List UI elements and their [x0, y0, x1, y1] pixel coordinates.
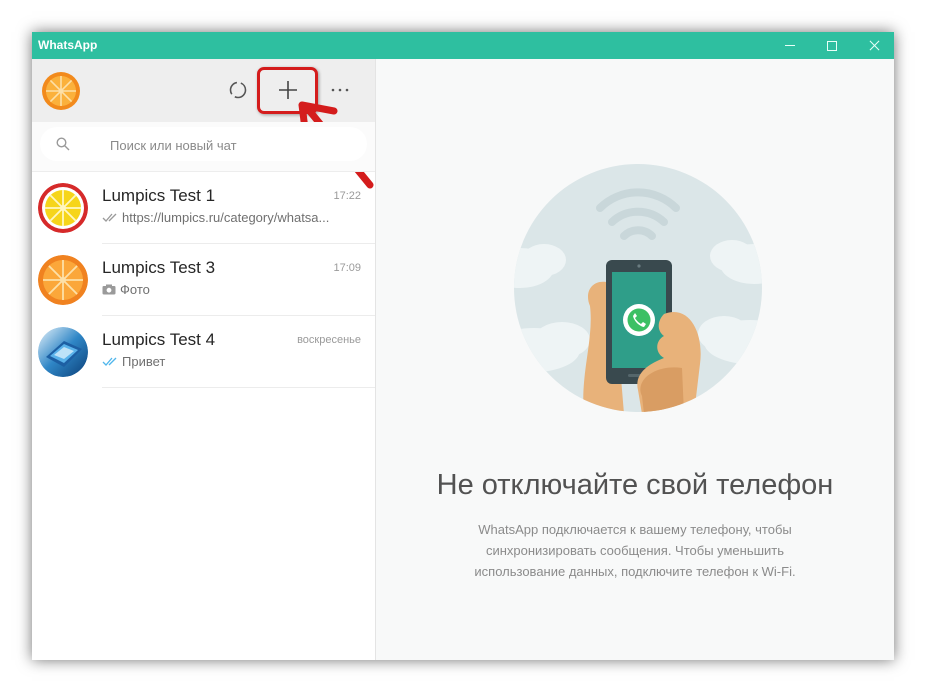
title-bar: WhatsApp: [32, 32, 894, 59]
avatar: [38, 327, 88, 377]
search-box[interactable]: [40, 127, 367, 161]
minimize-button[interactable]: [770, 32, 810, 59]
chat-time: 17:09: [333, 262, 361, 274]
chat-item-lumpics-test-4[interactable]: Lumpics Test 4 воскресенье Привет: [32, 316, 375, 388]
window-title: WhatsApp: [38, 38, 98, 52]
chat-preview-text: Фото: [120, 282, 150, 297]
app-window: WhatsApp Поиск или новый чат Lumpics Tes…: [32, 32, 894, 660]
chat-time: 17:22: [333, 190, 361, 202]
chat-name: Lumpics Test 4: [102, 330, 216, 349]
close-button[interactable]: [854, 32, 894, 59]
chat-preview-text: https://lumpics.ru/category/whatsa...: [122, 210, 330, 225]
search-icon: [56, 137, 70, 151]
main-description: WhatsApp подключается к вашему телефону,…: [474, 522, 796, 579]
chat-time: воскресенье: [297, 334, 361, 346]
chat-name: Lumpics Test 3: [102, 258, 216, 277]
search-bar: [32, 122, 375, 172]
main-title: Не отключайте свой телефон: [436, 469, 834, 501]
double-check-blue-icon: [102, 357, 118, 367]
more-horizontal-icon: [331, 88, 349, 92]
chat-body: Lumpics Test 3 17:09 Фото: [102, 244, 375, 316]
chat-name: Lumpics Test 1: [102, 186, 216, 205]
minimize-icon: [785, 45, 795, 46]
sidebar-header: [32, 59, 375, 189]
profile-avatar[interactable]: [42, 72, 80, 110]
chat-preview: https://lumpics.ru/category/whatsa...: [102, 210, 364, 225]
chat-item-lumpics-test-3[interactable]: Lumpics Test 3 17:09 Фото: [32, 244, 375, 316]
phone-wifi-illustration: [514, 164, 762, 412]
main-panel: Не отключайте свой телефон WhatsApp подк…: [376, 59, 894, 660]
chat-body: Lumpics Test 4 воскресенье Привет: [102, 316, 375, 388]
chat-item-lumpics-test-1[interactable]: Lumpics Test 1 17:22 https://lumpics.ru/…: [32, 172, 375, 244]
avatar: [38, 255, 88, 305]
search-input[interactable]: [108, 132, 352, 158]
sidebar: Lumpics Test 1 17:22 https://lumpics.ru/…: [32, 59, 376, 660]
chat-preview: Фото: [102, 282, 364, 297]
chat-preview: Привет: [102, 354, 364, 369]
camera-icon: [102, 284, 116, 295]
chat-preview-text: Привет: [122, 354, 166, 369]
status-icon[interactable]: [223, 75, 253, 105]
double-check-grey-icon: [102, 213, 118, 223]
chat-list: Lumpics Test 1 17:22 https://lumpics.ru/…: [32, 172, 375, 388]
maximize-icon: [827, 40, 837, 51]
close-icon: [869, 40, 880, 51]
maximize-button[interactable]: [812, 32, 852, 59]
avatar: [38, 183, 88, 233]
chat-body: Lumpics Test 1 17:22 https://lumpics.ru/…: [102, 172, 375, 244]
